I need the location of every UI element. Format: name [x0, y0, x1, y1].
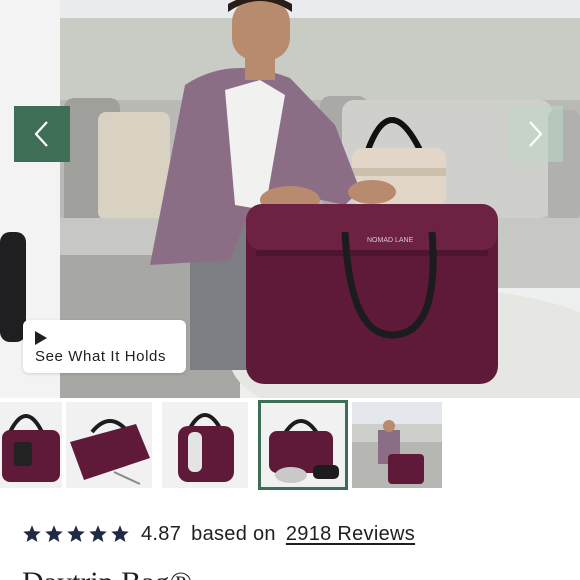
bag-bottle-thumbnail-image: [162, 402, 248, 488]
thumbnail-4[interactable]: [258, 400, 348, 490]
star-icon: [89, 525, 107, 542]
svg-text:NOMAD LANE: NOMAD LANE: [367, 237, 414, 244]
thumbnail-strip: [0, 398, 580, 494]
product-title: Daytrip Bag®: [22, 566, 192, 580]
product-image-gallery: NOMAD LANE See What It Holds: [0, 0, 580, 398]
reviews-count-link[interactable]: 2918 Reviews: [286, 523, 415, 546]
review-summary: 4.87 based on 2918 Reviews: [22, 518, 415, 550]
see-what-it-holds-video-button[interactable]: See What It Holds: [23, 320, 186, 373]
star-rating: [22, 524, 130, 544]
video-button-label: See What It Holds: [35, 348, 167, 365]
bag-side-thumbnail-image: [0, 402, 62, 488]
chevron-left-icon: [34, 121, 48, 147]
based-on-text: based on: [191, 522, 276, 545]
play-icon: [35, 331, 47, 345]
thumbnail-1[interactable]: [0, 402, 62, 488]
chevron-right-icon: [529, 121, 543, 147]
thumbnail-2[interactable]: [66, 402, 152, 488]
star-icon: [23, 525, 41, 542]
star-icon: [111, 525, 129, 542]
rating-value: 4.87: [141, 522, 182, 545]
lifestyle-thumbnail-image: [352, 402, 442, 488]
thumbnail-5[interactable]: [352, 402, 442, 488]
next-image-button[interactable]: [507, 106, 563, 162]
bag-open-thumbnail-image: [66, 402, 152, 488]
star-icon: [45, 525, 63, 542]
thumbnail-3[interactable]: [162, 402, 248, 488]
previous-image-button[interactable]: [14, 106, 70, 162]
star-icon: [67, 525, 85, 542]
bag-pouches-thumbnail-image: [261, 403, 345, 487]
